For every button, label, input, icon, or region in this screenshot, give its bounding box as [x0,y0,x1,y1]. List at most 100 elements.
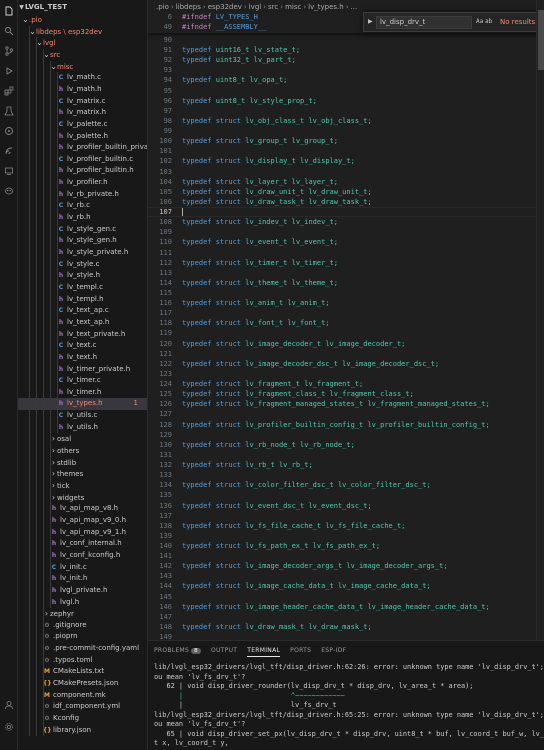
file-item[interactable]: h lv_text_ap.h [18,316,147,329]
code-line[interactable]: 132 typedef struct lv_rb_t lv_rb_t; [148,460,544,470]
whole-word-toggle[interactable]: ab [485,18,492,25]
file-item[interactable]: ⚙ .gitignore [18,619,147,632]
file-item[interactable]: ⚙ .typos.toml [18,654,147,667]
folder-item[interactable]: › themes [18,468,147,481]
code-line[interactable]: 93 [148,65,544,75]
code-line[interactable]: 149 [148,632,544,640]
panel-tab-ports[interactable]: PORTS [290,647,311,656]
code-line[interactable]: 139 [148,531,544,541]
folder-item[interactable]: ⌄lvgl [18,37,147,49]
code-line[interactable]: 90 [148,35,544,45]
folder-item[interactable]: › osal [18,433,147,446]
code-line[interactable]: 99 [148,126,544,136]
file-item[interactable]: M CMakeLists.txt [18,666,147,679]
file-item[interactable]: h lv_math.h [18,83,147,96]
settings-gear-icon[interactable] [4,722,14,732]
code-line[interactable]: 125 typedef struct lv_fragment_class_t lv… [148,389,544,399]
code-line[interactable]: 119 [148,328,544,338]
file-item[interactable]: {}CMakePresets.json [18,678,147,690]
code-line[interactable]: 95 [148,86,544,96]
panel-tab-terminal[interactable]: TERMINAL [247,647,281,657]
code-line[interactable]: 113 [148,268,544,278]
file-item[interactable]: ⚙ .pioprn [18,631,147,644]
file-item[interactable]: hlv_profiler_builtin_private.h [18,142,147,154]
code-line[interactable]: 130 typedef struct lv_rb_node_t lv_rb_nod… [148,440,544,450]
breadcrumb-item[interactable]: ... [351,3,358,11]
code-line[interactable]: 96 typedef uint8_t lv_style_prop_t; [148,96,544,106]
code-line[interactable]: 143 [148,571,544,581]
alien-icon[interactable] [4,186,14,196]
code-line[interactable]: 140 typedef struct lv_fs_path_ex_t lv_fs_… [148,541,544,551]
file-item[interactable]: Clv_math.c [18,72,147,84]
code-line[interactable]: 138 typedef struct lv_fs_file_cache_t lv_… [148,521,544,531]
folder-item[interactable]: ⌄libdeps \ esp32dev [18,25,147,38]
run-debug-icon[interactable] [4,66,14,76]
code-line[interactable]: 92 typedef uint32_t lv_part_t; [148,55,544,65]
code-line[interactable]: 144 typedef struct lv_image_cache_data_t … [148,581,544,591]
search-icon[interactable] [4,26,14,36]
code-line[interactable]: 129 [148,430,544,440]
file-item[interactable]: h lv_text.h [18,351,147,364]
file-item[interactable]: h lv_style_private.h [18,247,147,259]
file-item[interactable]: ⚙ idf_component.yml [18,701,147,714]
code-line[interactable]: 105 typedef struct lv_draw_unit_t lv_draw… [148,187,544,197]
code-line[interactable]: 135 [148,490,544,500]
file-item[interactable]: h lv_utils.h [18,421,147,434]
code-line[interactable]: 148 typedef struct lv_draw_mask_t lv_draw… [148,622,544,632]
folder-item[interactable]: ⌄misc [18,60,147,73]
code-line[interactable]: 115 [148,288,544,298]
code-line[interactable]: 114 typedef struct lv_theme_t lv_theme_t; [148,278,544,288]
file-item[interactable]: h lv_palette.h [18,130,147,143]
code-line[interactable]: 91 typedef uint16_t lv_state_t; [148,45,544,55]
file-item[interactable]: h lv_init.h [18,573,147,585]
folder-item[interactable]: › others [18,445,147,457]
file-item[interactable]: h lv_rb.h [18,212,147,224]
folder-item[interactable]: › tick [18,480,147,492]
folder-item[interactable]: › widgets [18,491,147,504]
code-line[interactable]: 121 [148,349,544,359]
file-item[interactable]: Clv_timer.c [18,375,147,387]
code-line[interactable]: 117 [148,308,544,318]
code-line[interactable]: 133 [148,470,544,480]
file-item[interactable]: Mcomponent.mk [18,689,147,702]
scrollbar-thumb[interactable] [538,10,544,70]
file-item[interactable]: h lv_types.h 1 [18,398,147,411]
code-line[interactable]: 110 typedef struct lv_event_t lv_event_t; [148,237,544,247]
code-line[interactable]: 106 typedef struct lv_draw_task_t lv_draw… [148,197,544,207]
editor-scrollbar[interactable] [536,0,544,640]
remote-explorer-icon[interactable] [4,166,14,176]
code-line[interactable]: 103 [148,167,544,177]
file-item[interactable]: Clv_init.c [18,561,147,574]
source-control-icon[interactable] [4,46,14,56]
code-line[interactable]: 118 typedef struct lv_font_t lv_font_t; [148,318,544,328]
file-item[interactable]: Clv_text_ap.c [18,305,147,317]
file-item[interactable]: h lv_matrix.h [18,107,147,119]
file-item[interactable]: Clv_profiler_builtin.c [18,153,147,166]
code-line[interactable]: 97 [148,106,544,116]
testing-icon[interactable] [4,106,14,116]
file-item[interactable]: Clv_rb.c [18,200,147,213]
toggle-replace-chevron-icon[interactable]: ▶ [368,18,373,25]
code-line[interactable]: 128 typedef struct lv_profiler_builtin_co… [148,420,544,430]
code-line[interactable]: 126 typedef struct lv_fragment_managed_st… [148,399,544,409]
explorer-icon[interactable] [4,6,14,16]
file-item[interactable]: Clv_style_gen.c [18,223,147,236]
folder-item[interactable]: › zephyr [18,608,147,620]
breadcrumb-item[interactable]: esp32dev [208,3,242,11]
file-item[interactable]: Clv_matrix.c [18,95,147,108]
code-line[interactable]: 127 [148,409,544,419]
breadcrumb-item[interactable]: src [268,3,278,11]
explorer-root[interactable]: ▼LVGL_TEST [18,2,147,14]
code-line[interactable]: 101 [148,146,544,156]
extensions-icon[interactable] [4,86,14,96]
find-input[interactable]: lv_disp_drv_t [376,16,472,29]
file-item[interactable]: h lv_profiler.h [18,177,147,189]
file-item[interactable]: Clv_text.c [18,340,147,352]
breadcrumb-item[interactable]: libdeps [176,3,201,11]
file-item[interactable]: h lvgl_private.h [18,584,147,597]
code-line[interactable]: 98 typedef struct lv_obj_class_t lv_obj_c… [148,116,544,126]
code-line[interactable]: 104 typedef struct lv_layer_t lv_layer_t; [148,177,544,187]
platformio-icon[interactable] [4,126,14,136]
code-line[interactable]: 142 typedef struct lv_image_decoder_args_… [148,561,544,571]
code-line[interactable]: 136 typedef struct lv_event_dsc_t lv_even… [148,501,544,511]
